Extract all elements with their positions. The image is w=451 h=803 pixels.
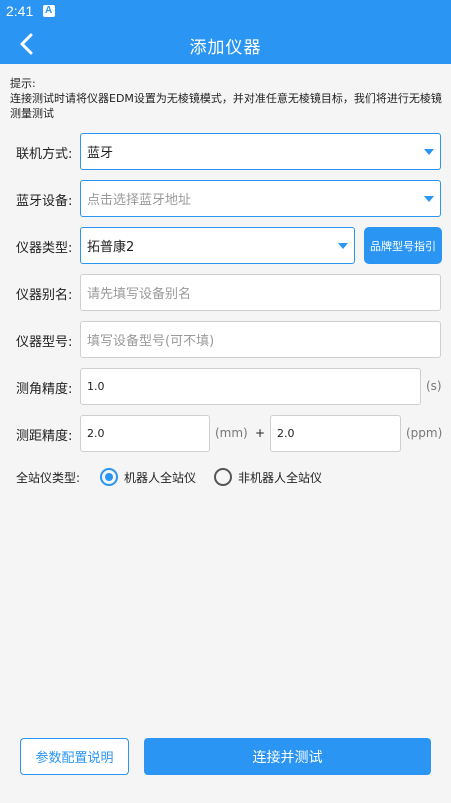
angle-precision-label: 测角精度: xyxy=(16,382,73,397)
radio-non-robotic[interactable] xyxy=(214,468,232,486)
radio-non-robotic-label[interactable]: 非机器人全站仪 xyxy=(238,469,322,486)
page-title: 添加仪器 xyxy=(189,38,262,58)
angle-precision-value: 1.0 xyxy=(87,380,105,393)
instrument-type-value: 拓普康2 xyxy=(87,240,135,255)
status-time: 2:41 xyxy=(6,3,34,19)
distance-ppm-input[interactable]: 2.0 xyxy=(270,415,401,452)
connection-value: 蓝牙 xyxy=(87,146,114,161)
model-label: 仪器型号: xyxy=(16,335,73,350)
mm-unit: (mm) xyxy=(215,426,248,440)
bluetooth-placeholder: 点击选择蓝牙地址 xyxy=(87,193,192,208)
brand-guide-button[interactable]: 品牌型号指引 xyxy=(364,227,442,264)
model-input[interactable]: 填写设备型号(可不填) xyxy=(80,321,441,358)
instrument-type-label: 仪器类型: xyxy=(16,241,73,256)
alias-placeholder: 请先填写设备别名 xyxy=(87,287,192,302)
connection-label: 联机方式: xyxy=(16,147,73,162)
distance-constant-value: 2.0 xyxy=(87,427,105,440)
dropdown-arrow-icon xyxy=(424,195,434,202)
alias-input[interactable]: 请先填写设备别名 xyxy=(80,274,441,311)
alias-label: 仪器别名: xyxy=(16,288,73,303)
bluetooth-label: 蓝牙设备: xyxy=(16,194,73,209)
instrument-type-select[interactable]: 拓普康2 xyxy=(80,227,355,264)
app-bar: 添加仪器 xyxy=(0,24,451,64)
dropdown-arrow-icon xyxy=(338,242,348,249)
angle-unit: (s) xyxy=(426,379,442,393)
ppm-unit: (ppm) xyxy=(406,426,443,440)
radio-robotic-label[interactable]: 机器人全站仪 xyxy=(124,469,196,486)
angle-precision-input[interactable]: 1.0 xyxy=(80,368,421,405)
config-help-button[interactable]: 参数配置说明 xyxy=(20,738,129,775)
tip-body: 连接测试时请将仪器EDM设置为无棱镜模式，并对准任意无棱镜目标，我们将进行无棱镜… xyxy=(10,92,442,120)
bluetooth-select[interactable]: 点击选择蓝牙地址 xyxy=(80,180,441,217)
connect-test-button[interactable]: 连接并测试 xyxy=(144,738,431,775)
connection-select[interactable]: 蓝牙 xyxy=(80,133,441,170)
station-type-label: 全站仪类型: xyxy=(16,471,81,485)
distance-precision-label: 测距精度: xyxy=(16,429,73,444)
model-placeholder: 填写设备型号(可不填) xyxy=(87,334,215,349)
status-bar: 2:41 A xyxy=(0,0,451,24)
plus-sign: + xyxy=(255,426,266,440)
distance-constant-input[interactable]: 2.0 xyxy=(80,415,210,452)
sim-icon: A xyxy=(43,5,55,17)
tip-text: 提示: 连接测试时请将仪器EDM设置为无棱镜模式，并对准任意无棱镜目标，我们将进… xyxy=(10,76,442,121)
dropdown-arrow-icon xyxy=(424,148,434,155)
radio-robotic[interactable] xyxy=(100,468,118,486)
tip-heading: 提示: xyxy=(10,77,36,90)
distance-ppm-value: 2.0 xyxy=(277,427,295,440)
